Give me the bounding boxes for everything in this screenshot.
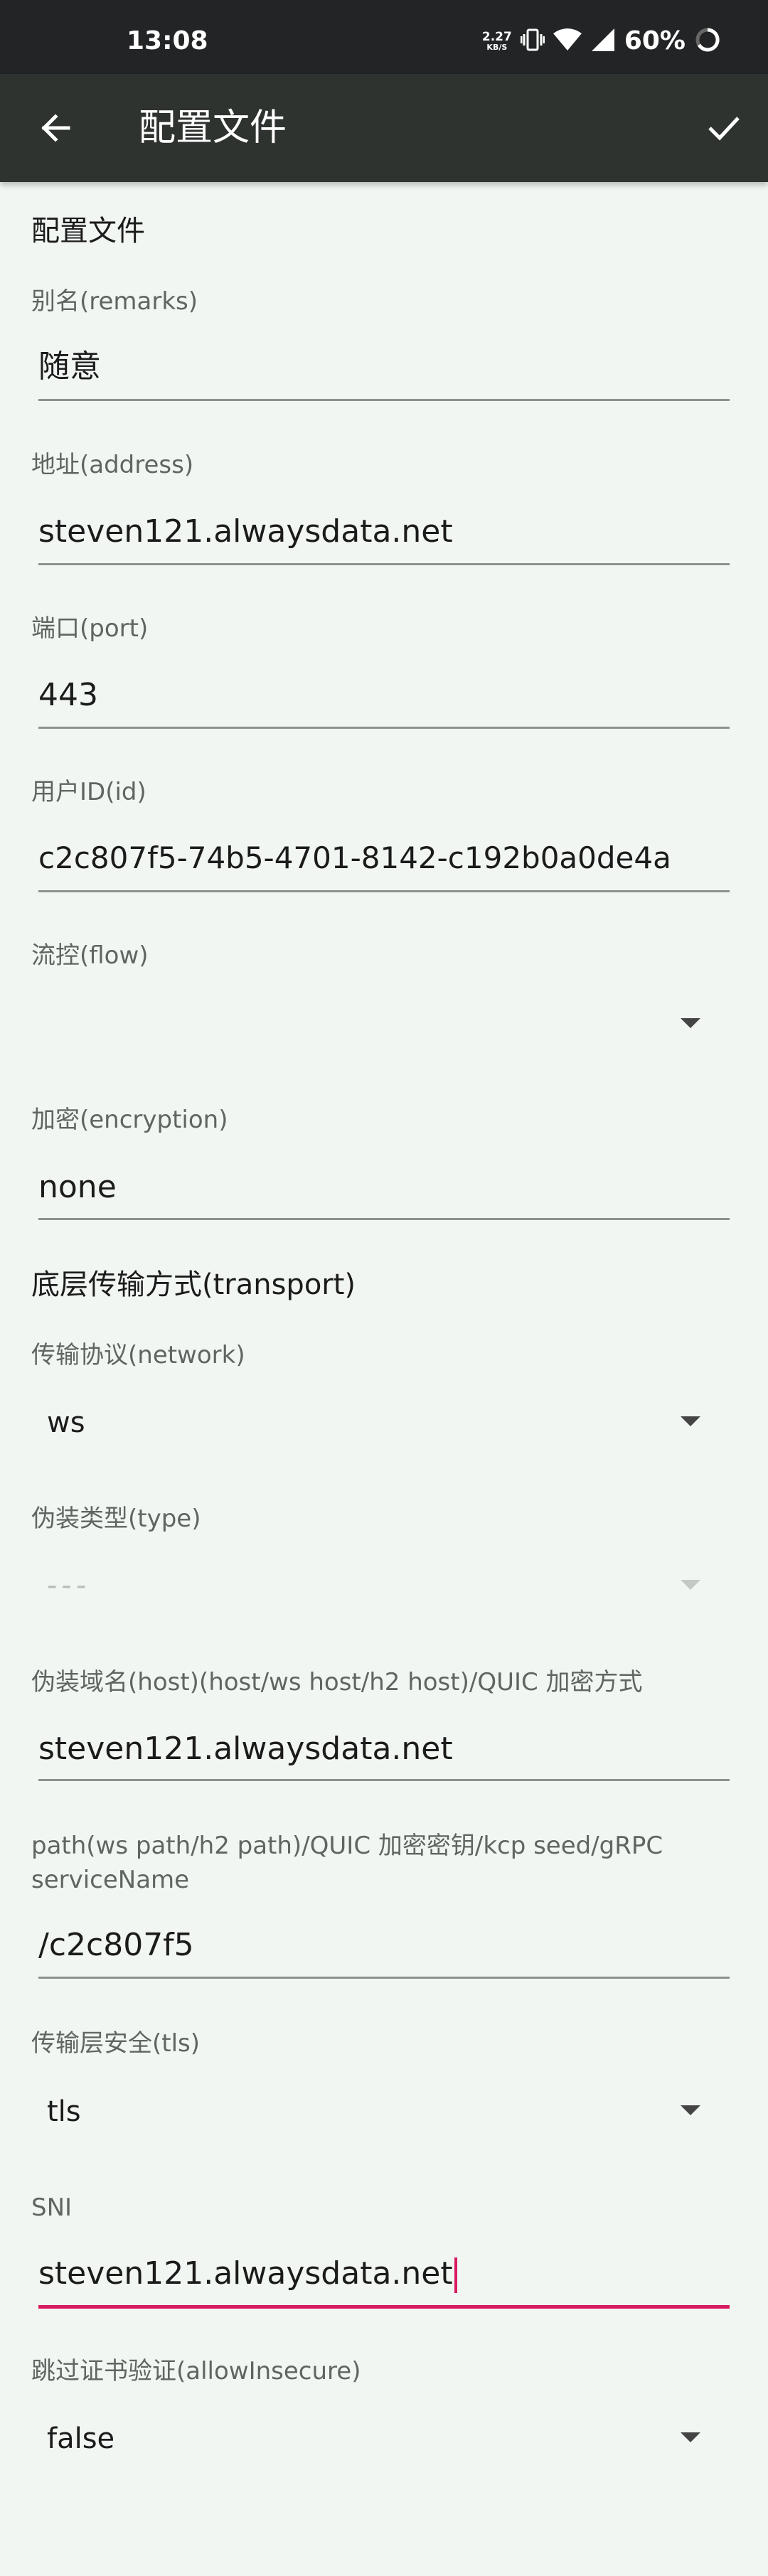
battery-percent: 60% [624,26,686,55]
allow-insecure-label: 跳过证书验证(allowInsecure) [31,2357,361,2385]
network-label: 传输协议(network) [31,1341,245,1369]
remarks-label: 别名(remarks) [31,287,198,316]
signal-icon [590,27,616,55]
sni-label: SNI [31,2193,73,2222]
port-underline [38,727,730,729]
address-underline [38,563,730,565]
arrow-back-icon [41,114,70,142]
net-speed-value: 2.27 [481,30,512,44]
chevron-down-icon [681,1580,700,1590]
sni-value: steven121.alwaysdata.net [38,2255,453,2292]
status-bar: 13:08 2.27 KB/S 60% [0,0,768,74]
net-speed: 2.27 KB/S [481,30,512,52]
sni-input[interactable]: steven121.alwaysdata.net [38,2257,730,2293]
text-cursor [454,2257,457,2293]
status-icons: 2.27 KB/S 60% [482,26,721,57]
chevron-down-icon [681,1416,700,1426]
net-speed-unit: KB/S [486,43,508,52]
chevron-down-icon [681,2105,700,2115]
host-input[interactable]: steven121.alwaysdata.net [38,1733,730,1765]
address-input[interactable]: steven121.alwaysdata.net [38,516,730,547]
check-icon [708,117,740,141]
tls-value: tls [47,2095,81,2128]
path-underline [38,1977,730,1979]
section-transport-title: 底层传输方式(transport) [31,1268,356,1301]
remarks-input[interactable]: 随意 [38,351,730,383]
page-title: 配置文件 [139,107,287,149]
host-label: 伪装域名(host)(host/ws host/h2 host)/QUIC 加密… [31,1668,643,1696]
sni-underline [38,2305,730,2309]
flow-spinner[interactable] [31,988,737,1059]
chevron-down-icon [681,1018,700,1028]
port-label: 端口(port) [31,614,149,643]
app-bar: 配置文件 [0,74,768,182]
port-input[interactable]: 443 [38,680,730,711]
battery-ring-icon [694,26,721,56]
section-profile-title: 配置文件 [31,215,145,247]
host-underline [38,1779,730,1781]
allow-insecure-spinner[interactable] [31,2403,737,2474]
remarks-underline [38,399,730,401]
chevron-down-icon [681,2432,700,2442]
id-input[interactable]: c2c807f5-74b5-4701-8142-c192b0a0de4a [38,843,730,873]
flow-label: 流控(flow) [31,941,149,970]
path-label: path(ws path/h2 path)/QUIC 加密密钥/kcp seed… [31,1832,663,1894]
type-value: --- [47,1569,91,1602]
id-underline [38,890,730,892]
encryption-input[interactable]: none [38,1172,730,1203]
tls-spinner[interactable] [31,2075,737,2146]
allow-insecure-value: false [47,2422,115,2455]
address-label: 地址(address) [31,451,194,479]
confirm-button[interactable] [703,107,745,149]
network-value: ws [47,1406,85,1439]
encryption-label: 加密(encryption) [31,1106,228,1134]
type-label: 伪装类型(type) [31,1505,201,1533]
wifi-icon [553,28,582,55]
status-time: 13:08 [127,26,208,55]
path-input[interactable]: /c2c807f5 [38,1930,730,1961]
id-label: 用户ID(id) [31,778,146,806]
vibrate-icon [520,27,545,55]
tls-label: 传输层安全(tls) [31,2029,201,2058]
encryption-underline [38,1218,730,1220]
network-spinner[interactable] [31,1386,737,1458]
back-button[interactable] [34,107,77,149]
type-spinner[interactable] [31,1550,737,1621]
